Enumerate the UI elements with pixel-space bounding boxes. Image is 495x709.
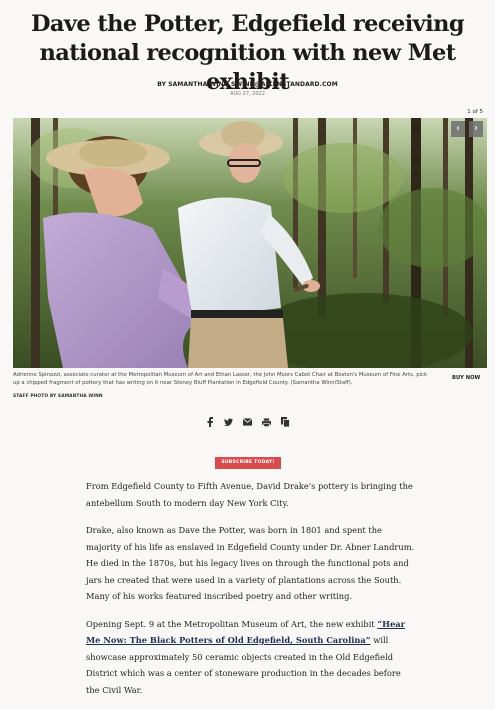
- facebook-icon[interactable]: [205, 417, 214, 427]
- article-body: From Edgefield County to Fifth Avenue, D…: [86, 478, 416, 709]
- paragraph-2: Drake, also known as Dave the Potter, wa…: [86, 525, 415, 601]
- share-toolbar: [205, 416, 290, 428]
- chevron-left-icon[interactable]: ‹: [451, 121, 465, 137]
- buy-now-link[interactable]: BUY NOW: [452, 375, 480, 381]
- gallery-counter: 1 of 5: [467, 109, 483, 115]
- paragraph-1: From Edgefield County to Fifth Avenue, D…: [86, 481, 413, 508]
- email-icon[interactable]: [243, 417, 252, 427]
- copy-icon[interactable]: [281, 417, 290, 427]
- publish-date: AUG 27, 2022: [230, 91, 265, 97]
- twitter-icon[interactable]: [224, 417, 233, 427]
- photo-credit: STAFF PHOTO BY SAMANTHA WINN: [13, 394, 103, 399]
- photo-caption: Adrienne Spinozzi, associate curator at …: [13, 372, 428, 386]
- forest-photo-image: [13, 118, 487, 368]
- chevron-right-icon[interactable]: ›: [469, 121, 483, 137]
- subscribe-button[interactable]: SUBSCRIBE TODAY!: [215, 457, 281, 469]
- gallery-photo[interactable]: ‹ ›: [13, 118, 487, 368]
- paragraph-3: Opening Sept. 9 at the Metropolitan Muse…: [86, 616, 416, 699]
- print-icon[interactable]: [262, 417, 271, 427]
- paragraph-3-intro: Opening Sept. 9 at the Metropolitan Muse…: [86, 618, 378, 629]
- byline[interactable]: BY SAMANTHA WINN SWINN@AIKENSTANDARD.COM: [0, 81, 495, 88]
